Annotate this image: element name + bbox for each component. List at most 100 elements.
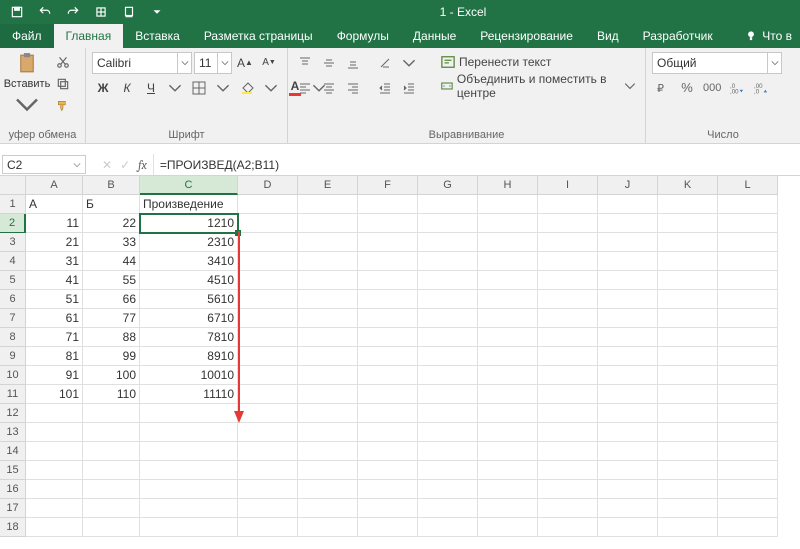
cell-L15[interactable] [718,461,778,480]
column-header-L[interactable]: L [718,176,778,195]
cell-A15[interactable] [26,461,83,480]
bold-button[interactable]: Ж [92,77,114,99]
align-middle-button[interactable] [318,52,340,74]
spreadsheet-grid[interactable]: ABCDEFGHIJKL1АБПроизведение2112212103213… [0,176,800,537]
cell-C4[interactable]: 3410 [140,252,238,271]
cell-K5[interactable] [658,271,718,290]
column-header-A[interactable]: A [26,176,83,195]
redo-button[interactable] [60,1,86,23]
cell-E16[interactable] [298,480,358,499]
row-header-3[interactable]: 3 [0,233,26,252]
cell-G10[interactable] [418,366,478,385]
align-right-button[interactable] [342,77,364,99]
cell-F13[interactable] [358,423,418,442]
cell-H12[interactable] [478,404,538,423]
select-all-corner[interactable] [0,176,26,195]
cell-A6[interactable]: 51 [26,290,83,309]
cell-J8[interactable] [598,328,658,347]
cell-A18[interactable] [26,518,83,537]
cell-L13[interactable] [718,423,778,442]
cell-K4[interactable] [658,252,718,271]
cell-L12[interactable] [718,404,778,423]
cell-I2[interactable] [538,214,598,233]
tab-formulas[interactable]: Формулы [325,24,401,48]
borders-dropdown[interactable] [212,77,234,99]
row-header-4[interactable]: 4 [0,252,26,271]
cell-H8[interactable] [478,328,538,347]
column-header-F[interactable]: F [358,176,418,195]
cell-F4[interactable] [358,252,418,271]
align-bottom-button[interactable] [342,52,364,74]
accounting-format-button[interactable]: ₽ [652,77,674,99]
decrease-decimal-button[interactable]: ,00,0 [750,77,772,99]
underline-button[interactable]: Ч [140,77,162,99]
cell-F11[interactable] [358,385,418,404]
cell-B9[interactable]: 99 [83,347,140,366]
cell-B11[interactable]: 110 [83,385,140,404]
cell-D3[interactable] [238,233,298,252]
cell-G11[interactable] [418,385,478,404]
cell-I15[interactable] [538,461,598,480]
cell-K16[interactable] [658,480,718,499]
cell-H16[interactable] [478,480,538,499]
cell-B4[interactable]: 44 [83,252,140,271]
cell-B5[interactable]: 55 [83,271,140,290]
row-header-7[interactable]: 7 [0,309,26,328]
cell-C2[interactable]: 1210 [140,214,238,233]
cell-H13[interactable] [478,423,538,442]
cell-C13[interactable] [140,423,238,442]
cell-A17[interactable] [26,499,83,518]
cell-F16[interactable] [358,480,418,499]
increase-decimal-button[interactable]: ,0,00 [726,77,748,99]
cell-J9[interactable] [598,347,658,366]
cell-D9[interactable] [238,347,298,366]
cell-J15[interactable] [598,461,658,480]
column-header-H[interactable]: H [478,176,538,195]
tab-data[interactable]: Данные [401,24,468,48]
cell-L6[interactable] [718,290,778,309]
tab-developer[interactable]: Разработчик [631,24,725,48]
font-size-combo[interactable]: 11 [194,52,232,74]
cell-G7[interactable] [418,309,478,328]
cell-I17[interactable] [538,499,598,518]
cell-D18[interactable] [238,518,298,537]
cell-D2[interactable] [238,214,298,233]
cell-D11[interactable] [238,385,298,404]
row-header-18[interactable]: 18 [0,518,26,537]
cell-E14[interactable] [298,442,358,461]
cell-H6[interactable] [478,290,538,309]
cell-J6[interactable] [598,290,658,309]
cell-B17[interactable] [83,499,140,518]
cell-J16[interactable] [598,480,658,499]
row-header-1[interactable]: 1 [0,195,26,214]
cell-G6[interactable] [418,290,478,309]
cell-E4[interactable] [298,252,358,271]
cell-F2[interactable] [358,214,418,233]
column-header-E[interactable]: E [298,176,358,195]
cell-B2[interactable]: 22 [83,214,140,233]
cell-D16[interactable] [238,480,298,499]
cell-H15[interactable] [478,461,538,480]
cell-D5[interactable] [238,271,298,290]
copy-button[interactable] [52,73,74,95]
cell-C11[interactable]: 11110 [140,385,238,404]
cell-K15[interactable] [658,461,718,480]
cell-A16[interactable] [26,480,83,499]
cell-J5[interactable] [598,271,658,290]
cell-J4[interactable] [598,252,658,271]
cell-F14[interactable] [358,442,418,461]
cell-K12[interactable] [658,404,718,423]
cell-G16[interactable] [418,480,478,499]
cell-F17[interactable] [358,499,418,518]
cell-G3[interactable] [418,233,478,252]
cell-G12[interactable] [418,404,478,423]
cell-A3[interactable]: 21 [26,233,83,252]
cell-L14[interactable] [718,442,778,461]
cell-I16[interactable] [538,480,598,499]
row-header-9[interactable]: 9 [0,347,26,366]
cell-E8[interactable] [298,328,358,347]
cell-C17[interactable] [140,499,238,518]
cell-K1[interactable] [658,195,718,214]
cell-F1[interactable] [358,195,418,214]
cell-D12[interactable] [238,404,298,423]
